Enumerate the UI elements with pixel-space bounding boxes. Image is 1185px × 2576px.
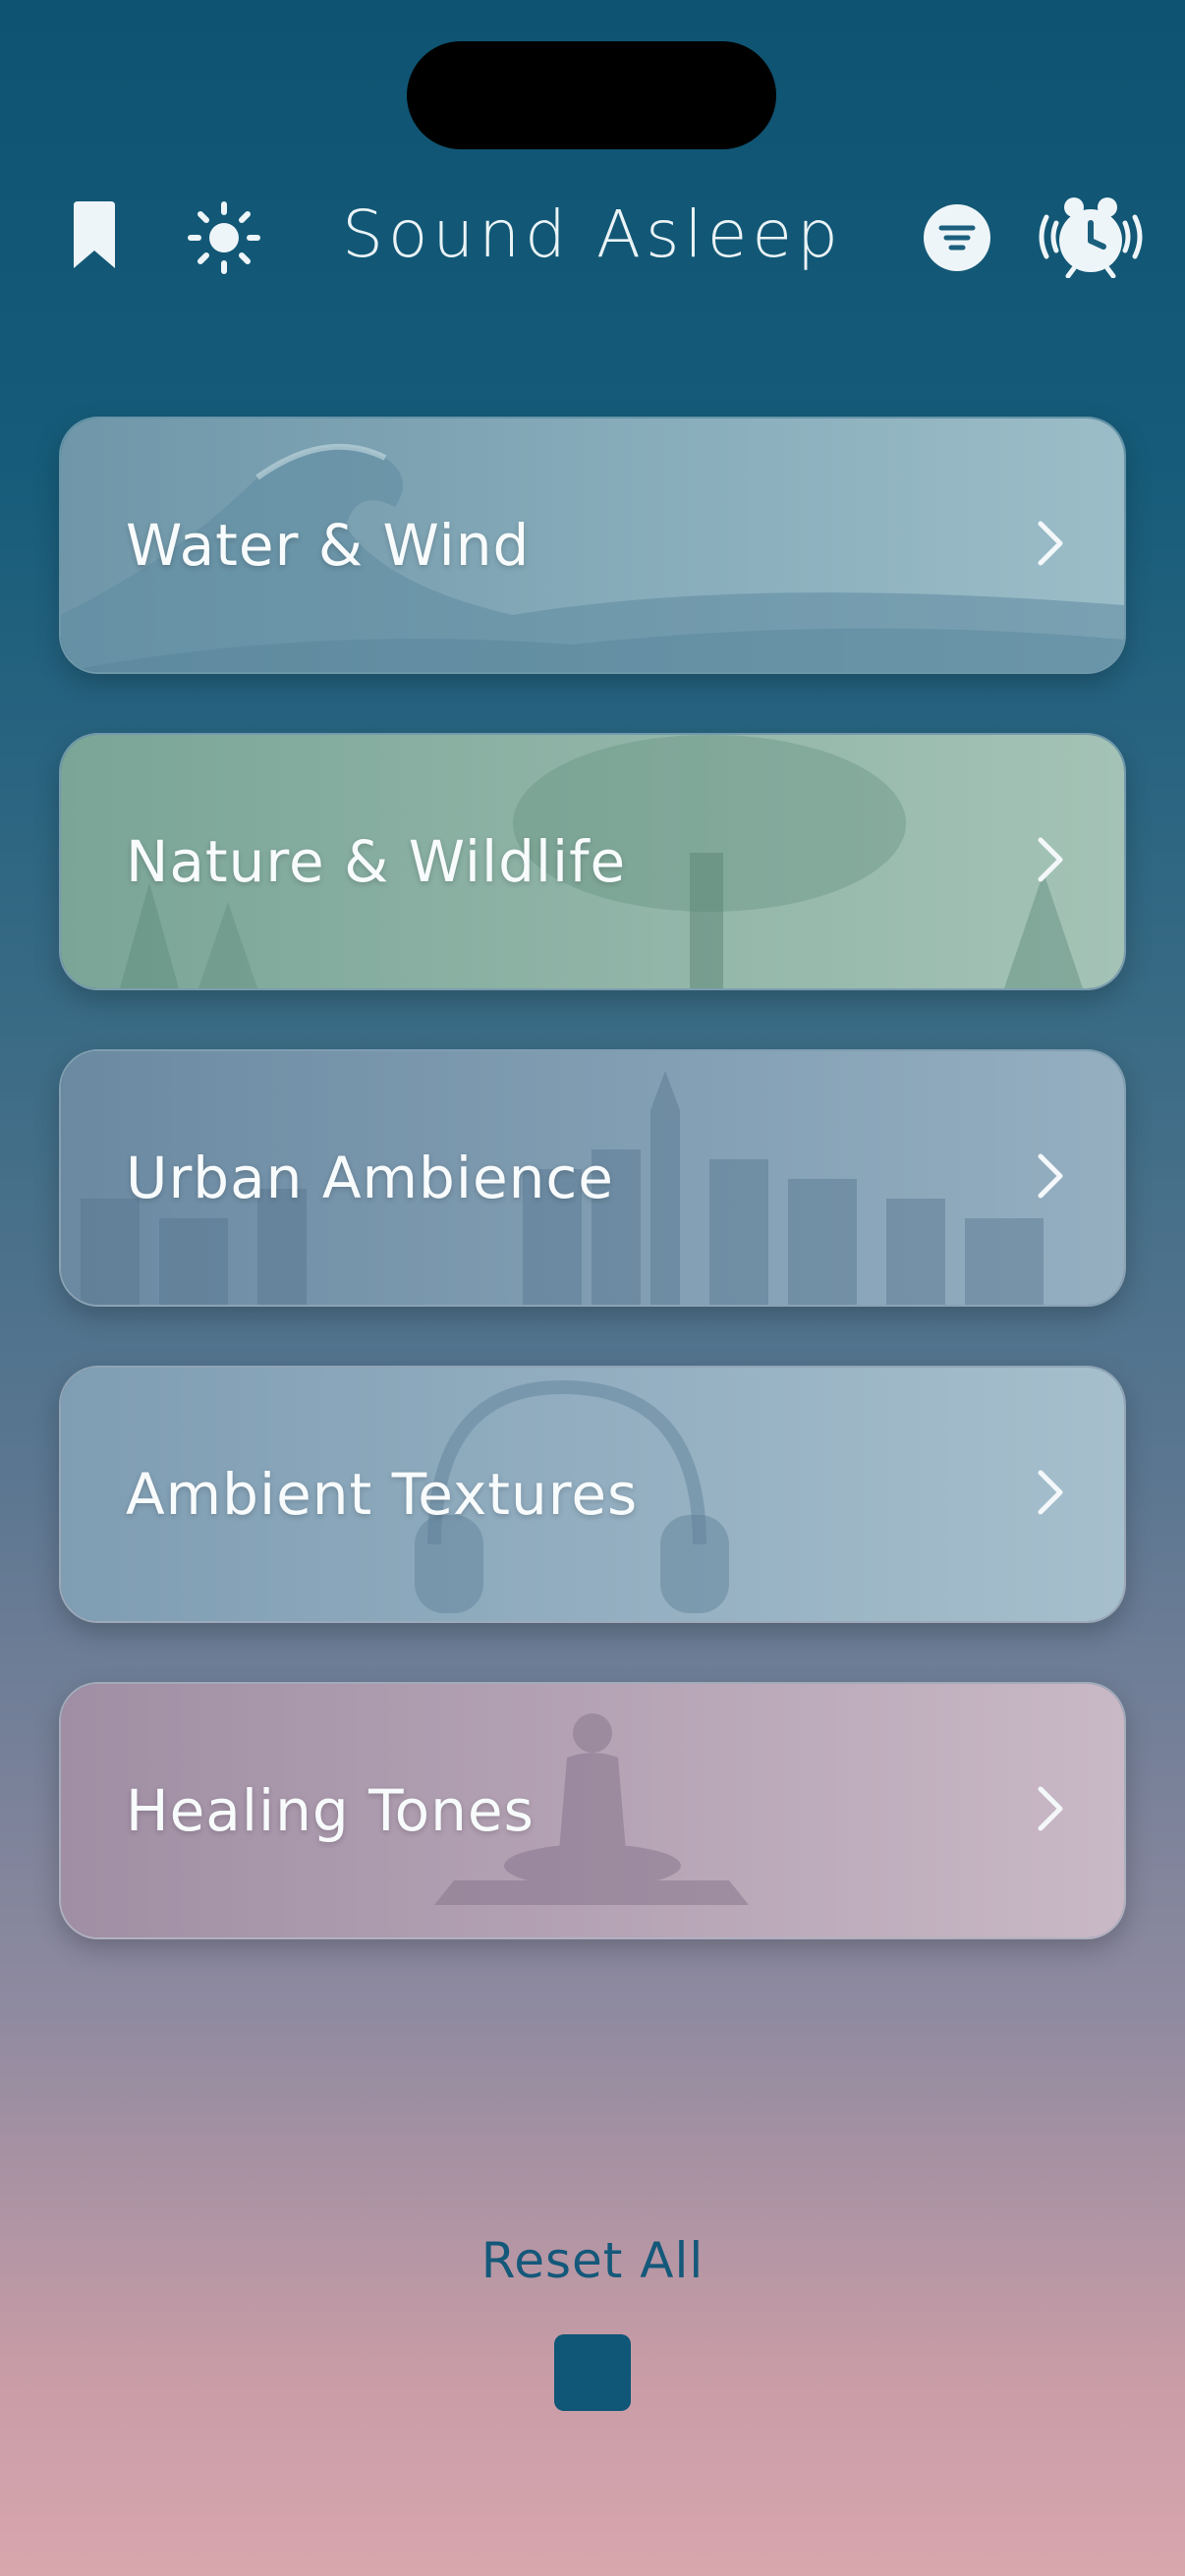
chevron-right-icon	[1036, 836, 1065, 887]
top-bar: Sound Asleep	[0, 187, 1185, 285]
filter-icon[interactable]	[922, 202, 992, 273]
app-title: Sound Asleep	[342, 196, 843, 272]
sun-icon[interactable]	[185, 198, 263, 277]
alarm-clock-icon[interactable]	[1030, 195, 1152, 279]
category-card-water-wind[interactable]: Water & Wind	[59, 417, 1126, 674]
category-card-urban-ambience[interactable]: Urban Ambience	[59, 1049, 1126, 1307]
category-label: Healing Tones	[126, 1777, 535, 1844]
category-label: Urban Ambience	[126, 1145, 614, 1211]
chevron-right-icon	[1036, 1785, 1065, 1836]
chevron-right-icon	[1036, 1469, 1065, 1520]
category-card-ambient-textures[interactable]: Ambient Textures	[59, 1366, 1126, 1623]
category-list: Water & Wind Nature & Wildlife Urban Amb…	[59, 417, 1126, 1998]
category-label: Nature & Wildlife	[126, 828, 627, 895]
chevron-right-icon	[1036, 520, 1065, 571]
dynamic-island	[407, 41, 776, 149]
category-label: Ambient Textures	[126, 1461, 639, 1528]
category-label: Water & Wind	[126, 512, 531, 579]
bookmark-icon[interactable]	[65, 198, 124, 273]
chevron-right-icon	[1036, 1152, 1065, 1204]
stop-icon[interactable]	[554, 2334, 631, 2411]
category-card-healing-tones[interactable]: Healing Tones	[59, 1682, 1126, 1939]
reset-all-button[interactable]: Reset All	[0, 2232, 1185, 2289]
category-card-nature-wildlife[interactable]: Nature & Wildlife	[59, 733, 1126, 990]
